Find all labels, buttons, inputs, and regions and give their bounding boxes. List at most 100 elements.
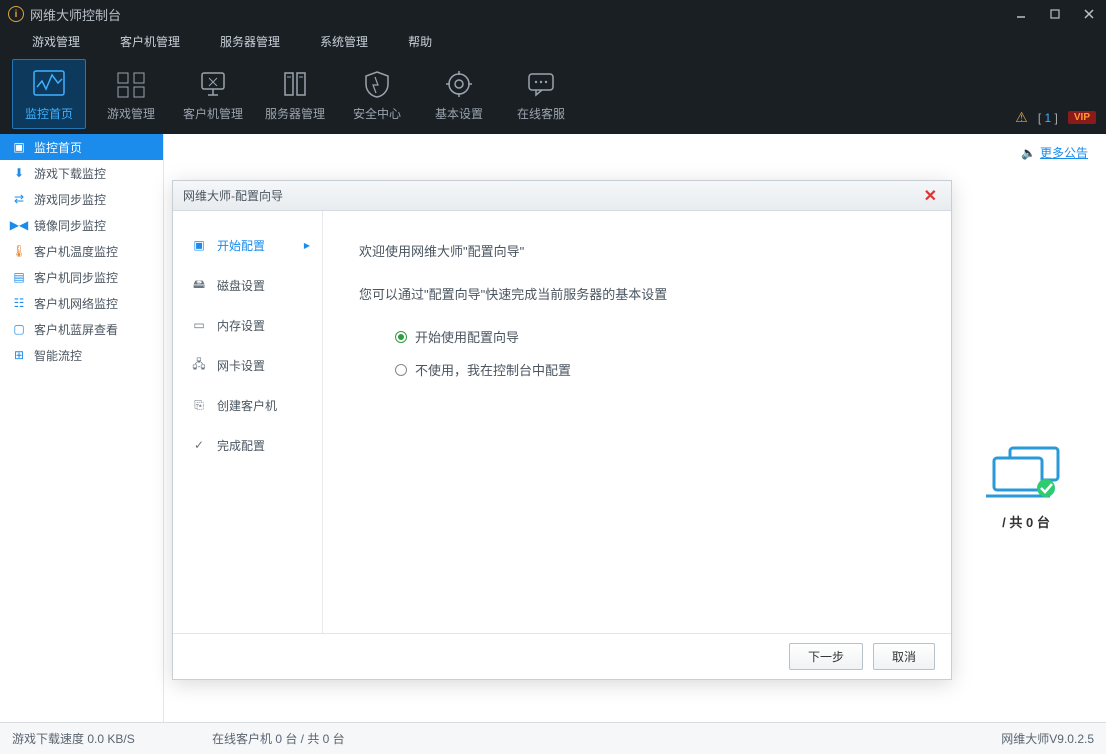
dialog-header[interactable]: 网维大师-配置向导 ✕ <box>173 181 951 211</box>
next-button[interactable]: 下一步 <box>789 643 863 670</box>
games-icon <box>114 67 148 101</box>
wizard-step-memory[interactable]: ▭ 内存设置 <box>173 305 322 345</box>
sidebar-item-label: 客户机温度监控 <box>34 243 118 260</box>
wizard-step-label: 网卡设置 <box>217 357 265 374</box>
tool-label: 监控首页 <box>25 105 73 122</box>
gear-icon <box>442 67 476 101</box>
sidebar-item-label: 客户机同步监控 <box>34 269 118 286</box>
sidebar-item-label: 监控首页 <box>34 139 82 156</box>
tool-server-manage[interactable]: 服务器管理 <box>258 59 332 129</box>
network-icon: ☷ <box>12 296 26 310</box>
server-icon <box>278 67 312 101</box>
sidebar-item-label: 智能流控 <box>34 347 82 364</box>
sidebar-item-label: 镜像同步监控 <box>34 217 106 234</box>
tool-security[interactable]: 安全中心 <box>340 59 414 129</box>
dialog-footer: 下一步 取消 <box>173 633 951 679</box>
wizard-step-create-client[interactable]: ⎘创建客户机 <box>173 385 322 425</box>
menu-help[interactable]: 帮助 <box>388 28 452 54</box>
dialog-title: 网维大师-配置向导 <box>183 187 920 204</box>
config-wizard-dialog: 网维大师-配置向导 ✕ ▣ 开始配置 🖴 磁盘设置 ▭ 内存设置 🖧 网卡设置 ⎘创建客… <box>172 180 952 680</box>
create-client-icon: ⎘ <box>191 397 207 413</box>
mirror-icon: ▶◀ <box>12 218 26 232</box>
toolbar-status-right: ⚠ [ 1 ] VIP <box>1015 109 1096 126</box>
cancel-button[interactable]: 取消 <box>873 643 935 670</box>
sidebar-item-sync-monitor[interactable]: ⇄游戏同步监控 <box>0 186 163 212</box>
radio-skip-wizard[interactable]: 不使用，我在控制台中配置 <box>395 360 915 379</box>
sidebar-item-network-monitor[interactable]: ☷ 客户机网络监控 <box>0 290 163 316</box>
dialog-close-button[interactable]: ✕ <box>920 186 941 206</box>
tool-label: 游戏管理 <box>107 105 155 122</box>
finish-icon: ✓ <box>191 437 207 453</box>
sidebar-item-label: 客户机蓝屏查看 <box>34 321 118 338</box>
radio-use-wizard[interactable]: 开始使用配置向导 <box>395 327 915 346</box>
memory-icon: ▭ <box>191 317 207 333</box>
menu-server[interactable]: 服务器管理 <box>200 28 300 54</box>
window-title: 网维大师控制台 <box>30 5 1004 24</box>
wizard-step-finish[interactable]: ✓ 完成配置 <box>173 425 322 465</box>
tool-label: 客户机管理 <box>183 105 243 122</box>
tool-support[interactable]: 在线客服 <box>504 59 578 129</box>
disk-icon: 🖴 <box>191 277 207 293</box>
warning-icon[interactable]: ⚠ <box>1015 109 1028 126</box>
tool-client-manage[interactable]: 客户机管理 <box>176 59 250 129</box>
tool-game-manage[interactable]: 游戏管理 <box>94 59 168 129</box>
network-card-icon: 🖧 <box>191 357 207 373</box>
chat-icon <box>524 67 558 101</box>
sidebar-item-download-monitor[interactable]: ⬇ 游戏下载监控 <box>0 160 163 186</box>
menu-client[interactable]: 客户机管理 <box>100 28 200 54</box>
wizard-step-label: 磁盘设置 <box>217 277 265 294</box>
speaker-icon: 🔈 <box>1021 146 1036 160</box>
vip-badge[interactable]: VIP <box>1068 111 1096 124</box>
tool-label: 安全中心 <box>353 105 401 122</box>
radio-label: 开始使用配置向导 <box>415 327 519 346</box>
minimize-button[interactable] <box>1004 0 1038 28</box>
welcome-line-1: 欢迎使用网维大师"配置向导" <box>359 241 915 260</box>
sidebar-item-monitor-home[interactable]: ▣ 监控首页 <box>0 134 163 160</box>
monitor-home-icon: ▣ <box>12 140 26 154</box>
tool-label: 在线客服 <box>517 105 565 122</box>
tool-settings[interactable]: 基本设置 <box>422 59 496 129</box>
sidebar-item-client-sync-monitor[interactable]: ▤ 客户机同步监控 <box>0 264 163 290</box>
sidebar-item-label: 客户机网络监控 <box>34 295 118 312</box>
sidebar-item-temperature-monitor[interactable]: 🌡 客户机温度监控 <box>0 238 163 264</box>
wizard-step-network[interactable]: 🖧 网卡设置 <box>173 345 322 385</box>
app-logo-icon: i <box>8 6 24 22</box>
maximize-button[interactable] <box>1038 0 1072 28</box>
more-link-text: 更多公告 <box>1040 144 1088 161</box>
wizard-step-start[interactable]: ▣ 开始配置 <box>173 225 322 265</box>
menu-system[interactable]: 系统管理 <box>300 28 388 54</box>
radio-label: 不使用，我在控制台中配置 <box>415 360 571 379</box>
wizard-step-disk[interactable]: 🖴 磁盘设置 <box>173 265 322 305</box>
status-version: 网维大师V9.0.2.5 <box>1001 730 1094 747</box>
client-icon <box>196 67 230 101</box>
wizard-content: 欢迎使用网维大师"配置向导" 您可以通过"配置向导"快速完成当前服务器的基本设置… <box>323 211 951 633</box>
client-sync-icon: ▤ <box>12 270 26 284</box>
sidebar-item-mirror-monitor[interactable]: ▶◀ 镜像同步监控 <box>0 212 163 238</box>
client-illustration: / 共 0 台 <box>986 444 1066 531</box>
status-download-speed: 游戏下载速度 0.0 KB/S <box>12 730 212 747</box>
flow-icon: ⊞ <box>12 348 26 362</box>
menubar: 游戏管理 客户机管理 服务器管理 系统管理 帮助 <box>0 28 1106 54</box>
sidebar-item-label: 游戏同步监控 <box>34 191 106 208</box>
tool-monitor-home[interactable]: 监控首页 <box>12 59 86 129</box>
sidebar-item-bsod-viewer[interactable]: ▢客户机蓝屏查看 <box>0 316 163 342</box>
statusbar: 游戏下载速度 0.0 KB/S 在线客户机 0 台 / 共 0 台 网维大师V9… <box>0 722 1106 754</box>
sidebar-item-label: 游戏下载监控 <box>34 165 106 182</box>
start-config-icon: ▣ <box>191 237 207 253</box>
activity-icon <box>32 67 66 101</box>
window-titlebar: i 网维大师控制台 <box>0 0 1106 28</box>
warning-count: [ 1 ] <box>1038 111 1058 125</box>
radio-unselected-icon <box>395 364 407 376</box>
wizard-step-label: 完成配置 <box>217 437 265 454</box>
sidebar-item-flow-control[interactable]: ⊞ 智能流控 <box>0 342 163 368</box>
close-button[interactable] <box>1072 0 1106 28</box>
temperature-icon: 🌡 <box>12 244 26 258</box>
radio-selected-icon <box>395 331 407 343</box>
tool-label: 基本设置 <box>435 105 483 122</box>
wizard-step-label: 开始配置 <box>217 237 265 254</box>
more-announcements-link[interactable]: 🔈 更多公告 <box>1021 144 1088 161</box>
welcome-line-2: 您可以通过"配置向导"快速完成当前服务器的基本设置 <box>359 284 915 303</box>
wizard-step-label: 内存设置 <box>217 317 265 334</box>
download-icon: ⬇ <box>12 166 26 180</box>
menu-game[interactable]: 游戏管理 <box>12 28 100 54</box>
